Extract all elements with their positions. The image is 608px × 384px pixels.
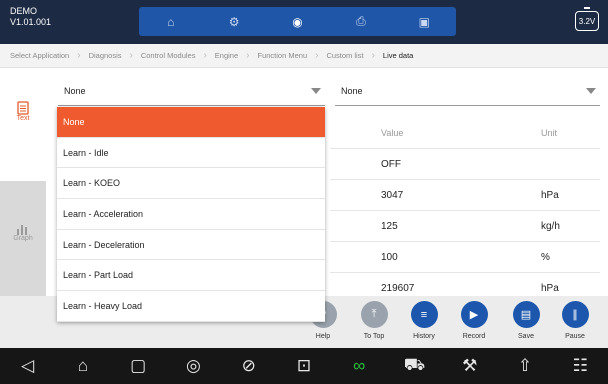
- column-header-value: Value: [381, 128, 404, 138]
- table-row[interactable]: 100%: [330, 241, 600, 272]
- dropdown-option-learn-heavy-load[interactable]: Learn - Heavy Load: [57, 291, 325, 322]
- battery-indicator: 3.2V: [575, 7, 599, 31]
- dropdown-option-learn-deceleration[interactable]: Learn - Deceleration: [57, 230, 325, 261]
- to-top-arrow-icon: ⤒: [360, 301, 388, 328]
- crop-icon[interactable]: ⊡: [289, 356, 319, 376]
- crumb-control-modules[interactable]: Control Modules ›: [141, 50, 215, 61]
- row-unit: hPa: [541, 190, 559, 201]
- row-value: OFF: [381, 159, 401, 170]
- car-icon[interactable]: ⛟: [399, 355, 429, 377]
- dropdown-option-none[interactable]: None: [57, 107, 325, 138]
- to-top-button[interactable]: ⤒ To Top: [351, 301, 397, 340]
- row-unit: hPa: [541, 283, 559, 294]
- crumb-diagnosis[interactable]: Diagnosis ›: [89, 50, 141, 61]
- row-value: 125: [381, 221, 398, 232]
- dropdown-option-learn-acceleration[interactable]: Learn - Acceleration: [57, 199, 325, 230]
- bar-graph-icon: [17, 225, 27, 235]
- home-house-icon[interactable]: ⌂: [68, 356, 98, 376]
- to-top-label: To Top: [363, 333, 385, 340]
- view-tabs: Text Graph: [0, 69, 46, 296]
- row-unit: kg/h: [541, 221, 560, 232]
- pause-button[interactable]: ∥ Pause: [552, 301, 598, 340]
- crumb-live-data: Live data: [382, 51, 414, 60]
- row-unit: %: [541, 252, 550, 263]
- crumb-engine[interactable]: Engine ›: [215, 50, 258, 61]
- print-icon[interactable]: ⎙: [329, 7, 392, 36]
- record-dot-icon[interactable]: ◉: [266, 7, 329, 36]
- filter-dropdown-menu: None Learn - Idle Learn - KOEO Learn - A…: [57, 107, 325, 322]
- tab-text[interactable]: Text: [0, 101, 46, 149]
- text-document-icon: [17, 101, 29, 115]
- filter-select-right-value: None: [341, 85, 363, 96]
- row-value: 100: [381, 252, 398, 263]
- table-header: Value Unit: [330, 118, 600, 148]
- table-row[interactable]: OFF: [330, 148, 600, 179]
- app-version: V1.01.001: [10, 17, 52, 27]
- filter-select-right[interactable]: None: [335, 76, 600, 106]
- dropdown-option-learn-idle[interactable]: Learn - Idle: [57, 138, 325, 169]
- brand: DEMO V1.01.001: [10, 6, 51, 28]
- record-label: Record: [462, 333, 486, 340]
- system-nav-bar: ◁ ⌂ ▢ ◎ ⊘ ⊡ ∞ ⛟ ⚒ ⇧ ☷: [0, 348, 608, 384]
- row-value: 219607: [381, 283, 415, 294]
- upload-arrow-icon[interactable]: ⇧: [510, 356, 540, 376]
- save-button[interactable]: ▤ Save: [503, 301, 549, 340]
- pause-label: Pause: [565, 333, 585, 340]
- dropdown-option-learn-koeo[interactable]: Learn - KOEO: [57, 168, 325, 200]
- back-icon[interactable]: ◁: [13, 356, 43, 376]
- table-row[interactable]: 125 kg/h: [330, 210, 600, 241]
- tab-text-label: Text: [16, 115, 30, 122]
- tab-graph-label: Graph: [13, 235, 33, 242]
- wrench-icon[interactable]: ⚒: [455, 356, 485, 376]
- tab-graph[interactable]: Graph: [0, 181, 46, 296]
- record-icon: ▶: [460, 301, 488, 328]
- save-floppy-icon: ▤: [512, 301, 540, 328]
- camera-icon[interactable]: ◎: [178, 356, 208, 376]
- vci-link-icon[interactable]: ∞: [344, 356, 374, 376]
- top-bar: DEMO V1.01.001 ⌂ ⚙ ◉ ⎙ ▣ 3.2V: [0, 0, 608, 44]
- browser-icon[interactable]: ⊘: [234, 356, 264, 376]
- breadcrumb: Select Application › Diagnosis › Control M…: [0, 44, 608, 68]
- table-row[interactable]: 3047 hPa: [330, 179, 600, 210]
- battery-voltage: 3.2V: [578, 16, 596, 26]
- history-list-icon: ≡: [410, 301, 438, 328]
- chevron-down-icon: [311, 88, 321, 94]
- save-label: Save: [518, 333, 534, 340]
- history-label: History: [413, 333, 435, 340]
- history-button[interactable]: ≡ History: [401, 301, 447, 340]
- filter-select-left-value: None: [64, 85, 86, 96]
- help-label: Help: [315, 333, 331, 340]
- dropdown-option-learn-part-load[interactable]: Learn - Part Load: [57, 260, 325, 292]
- recent-apps-icon[interactable]: ▢: [123, 356, 153, 376]
- crumb-function-menu[interactable]: Function Menu ›: [258, 50, 327, 61]
- mode-bar: ⌂ ⚙ ◉ ⎙ ▣: [139, 7, 456, 36]
- pause-icon: ∥: [561, 301, 589, 328]
- settings-gear-icon[interactable]: ⚙: [202, 7, 265, 36]
- filter-select-left[interactable]: None: [58, 76, 325, 106]
- record-button[interactable]: ▶ Record: [451, 301, 497, 340]
- image-icon[interactable]: ▣: [393, 7, 456, 36]
- chevron-down-icon: [586, 88, 596, 94]
- home-icon[interactable]: ⌂: [139, 7, 202, 36]
- notes-icon[interactable]: ☷: [565, 356, 595, 376]
- row-value: 3047: [381, 190, 404, 201]
- app-name: DEMO: [10, 6, 37, 16]
- crumb-select-application[interactable]: Select Application ›: [10, 50, 89, 61]
- column-header-unit: Unit: [541, 128, 558, 138]
- crumb-custom-list[interactable]: Custom list ›: [326, 50, 382, 61]
